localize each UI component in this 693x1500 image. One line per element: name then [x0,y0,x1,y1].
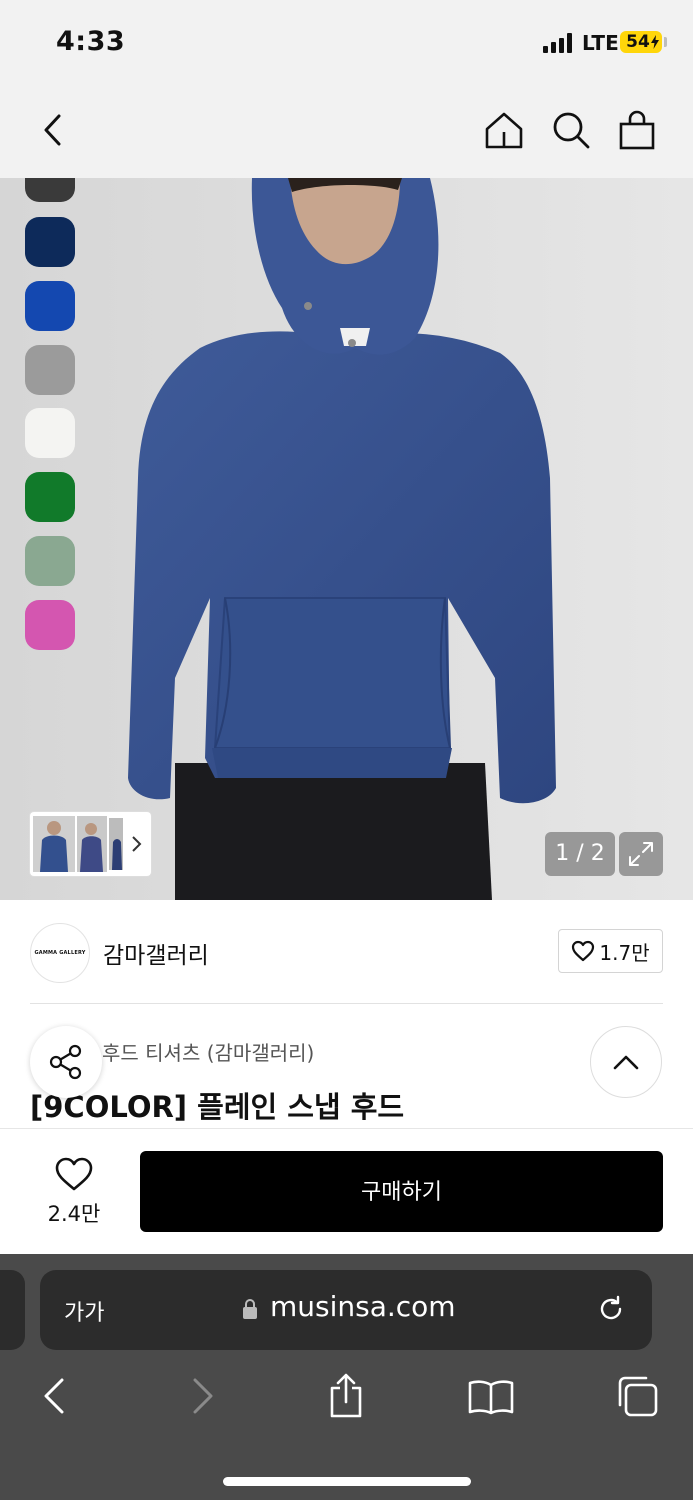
color-swatch[interactable] [25,217,75,267]
brand-logo[interactable]: GAMMA GALLERY [30,923,90,983]
thumbnail-next-chevron-icon [132,836,142,852]
color-swatch[interactable] [25,472,75,522]
color-swatch[interactable] [25,536,75,586]
home-indicator [223,1477,471,1486]
buy-button[interactable]: 구매하기 [140,1151,663,1232]
charging-bolt-icon [651,35,659,49]
thumbnail-strip[interactable] [30,812,151,876]
wishlist-count: 2.4만 [47,1202,101,1226]
color-swatch[interactable] [25,345,75,395]
browser-forward-icon[interactable] [187,1376,219,1416]
share-sheet-icon[interactable] [326,1372,366,1420]
bookmarks-icon[interactable] [467,1378,515,1416]
top-nav-bar [0,88,693,178]
color-swatch[interactable] [25,281,75,331]
chevron-up-icon [613,1055,639,1070]
cart-button[interactable] [615,108,659,152]
brand-like-count: 1.7만 [599,940,650,965]
wishlist-heart-icon[interactable] [54,1156,94,1192]
reload-icon[interactable] [596,1294,626,1324]
color-swatch[interactable] [25,408,75,458]
home-icon [485,112,523,149]
shopping-bag-icon [619,110,655,150]
home-button[interactable] [482,108,526,152]
status-time: 4:33 [56,26,126,57]
tabs-icon[interactable] [614,1375,660,1419]
back-chevron-icon [44,114,61,146]
battery-cap [664,37,667,47]
search-icon [553,112,590,149]
color-swatch[interactable] [25,600,75,650]
text-size-button[interactable]: 가가 [64,1295,104,1327]
collapse-button[interactable] [590,1026,662,1098]
search-button[interactable] [549,108,593,152]
browser-back-icon[interactable] [38,1376,70,1416]
heart-icon [572,940,595,962]
color-swatch[interactable] [25,178,75,202]
lock-icon [243,1299,257,1319]
previous-tab-edge[interactable] [0,1270,25,1350]
product-photo [0,178,693,900]
divider [30,1003,663,1004]
expand-image-button[interactable] [619,832,663,876]
share-icon [49,1044,82,1080]
expand-icon [629,842,653,866]
share-button[interactable] [30,1026,102,1098]
image-page-counter: 1 / 2 [545,832,615,876]
brand-logo-text: GAMMA GALLERY [34,950,86,956]
network-type: LTE [582,31,619,55]
battery-icon: 54 [620,31,662,53]
signal-icon [543,33,572,53]
url-text[interactable]: musinsa.com [270,1290,456,1323]
brand-name[interactable]: 감마갤러리 [103,936,209,970]
product-category[interactable]: 후드 티셔츠 (감마갤러리) [102,1037,314,1066]
brand-like-button[interactable]: 1.7만 [558,929,663,973]
back-button[interactable] [30,108,74,152]
product-image-gallery[interactable] [0,178,693,900]
